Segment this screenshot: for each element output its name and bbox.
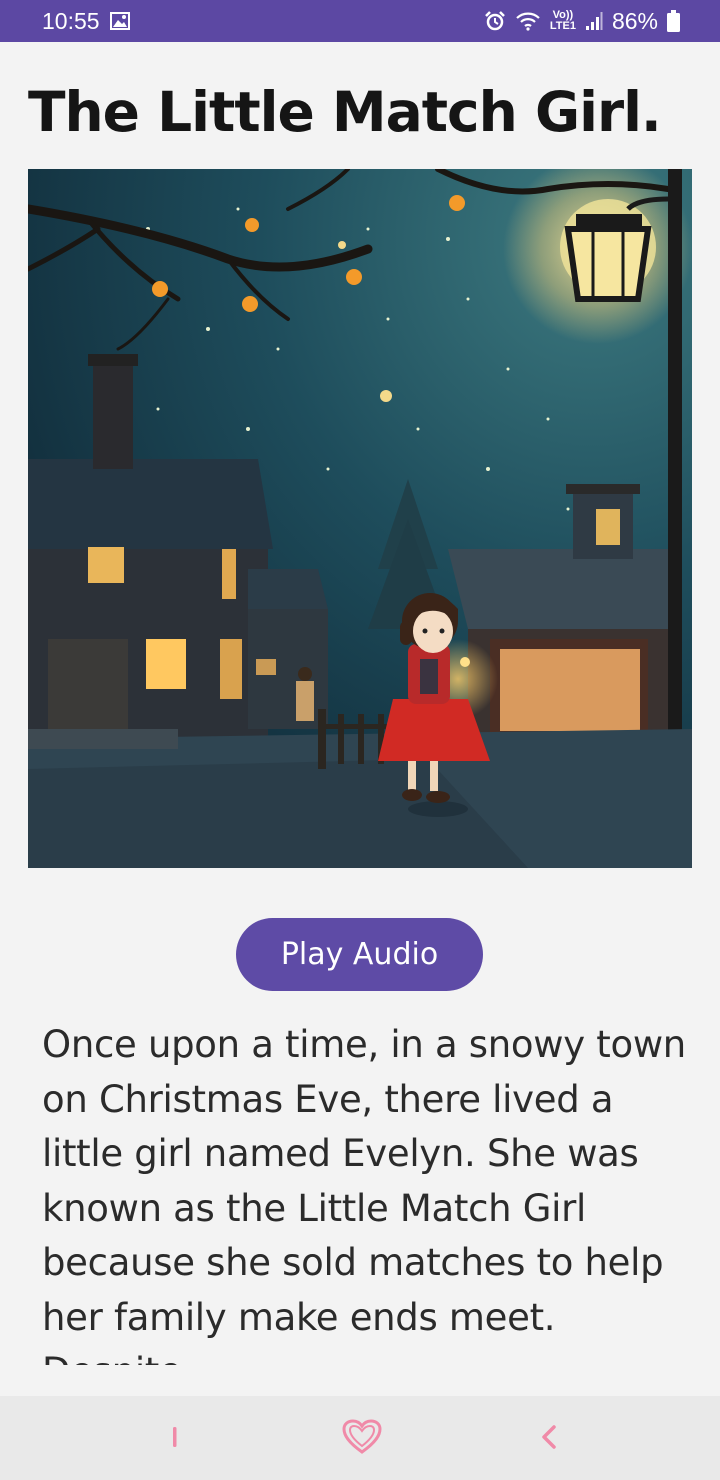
gallery-notification-icon <box>109 12 130 30</box>
recent-apps-button[interactable] <box>115 1396 235 1480</box>
page-title: The Little Match Girl. <box>28 80 662 144</box>
back-button[interactable] <box>489 1396 609 1480</box>
status-left: 10:55 <box>42 8 130 35</box>
story-text: Once upon a time, in a snowy town on Chr… <box>42 1023 686 1365</box>
network-type: Vo)) LTE1 <box>549 9 576 32</box>
play-audio-button[interactable]: Play Audio <box>236 918 483 991</box>
battery-icon <box>667 10 680 32</box>
battery-percent: 86% <box>611 7 658 34</box>
recents-icon <box>171 1425 179 1452</box>
story-text-container: Once upon a time, in a snowy town on Chr… <box>42 1018 692 1365</box>
back-chevron-icon <box>539 1423 559 1454</box>
wifi-icon <box>515 11 541 31</box>
alarm-icon <box>484 10 506 32</box>
signal-icon <box>585 11 603 31</box>
heart-home-icon <box>342 1418 382 1458</box>
story-illustration <box>28 169 692 868</box>
status-bar: 10:55 Vo)) LTE1 86% <box>0 0 720 42</box>
home-button[interactable] <box>302 1396 422 1480</box>
system-nav-bar <box>0 1396 720 1480</box>
status-right: Vo)) LTE1 86% <box>484 8 680 35</box>
status-time: 10:55 <box>42 7 100 34</box>
